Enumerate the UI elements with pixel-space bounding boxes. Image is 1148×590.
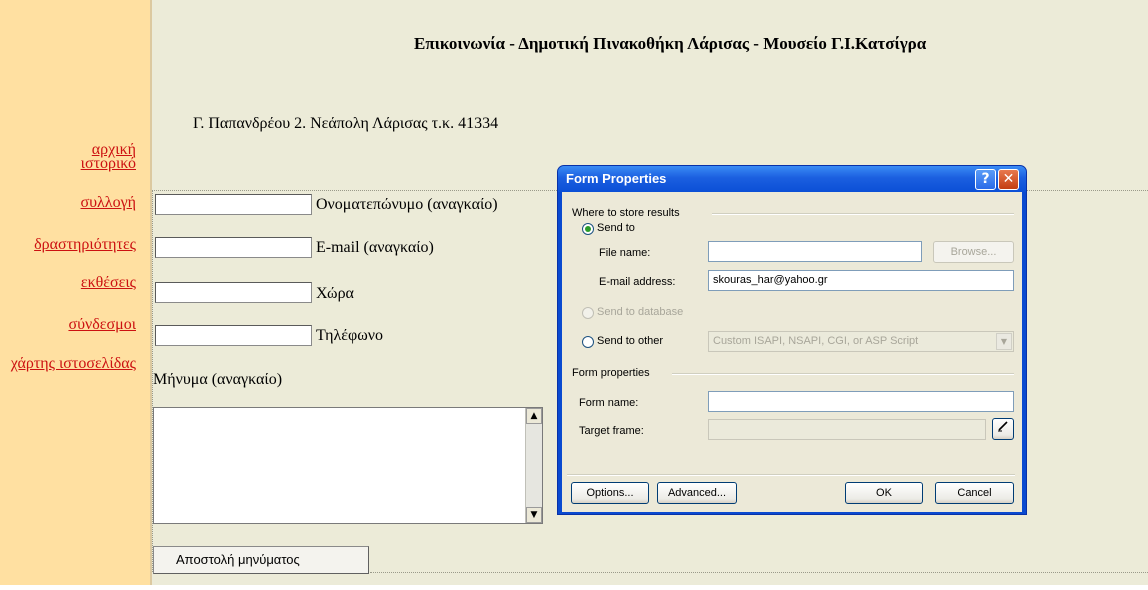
country-input[interactable]: [155, 282, 312, 303]
send-to-database-label: Send to database: [597, 306, 684, 318]
scroll-down-icon[interactable]: ▼: [526, 507, 542, 523]
form-name-label: Form name:: [579, 397, 639, 409]
file-name-input[interactable]: [708, 241, 922, 262]
group-divider: [672, 373, 1014, 375]
footer-divider: [567, 474, 1015, 476]
form-name-input[interactable]: [708, 391, 1014, 412]
target-frame-picker-icon[interactable]: [992, 418, 1014, 440]
file-name-label: File name:: [599, 247, 651, 259]
send-to-other-radio[interactable]: [582, 336, 594, 348]
fullname-label: Ονοματεπώνυμο (αναγκαίο): [316, 196, 498, 213]
layout-guide: [1027, 190, 1148, 191]
group-divider: [712, 213, 1014, 215]
form-properties-group-label: Form properties: [572, 367, 650, 379]
form-properties-dialog: Form Properties ? ✕ Where to store resul…: [557, 165, 1027, 515]
options-button[interactable]: Options...: [571, 482, 649, 504]
email-input[interactable]: [155, 237, 312, 258]
target-frame-input: [708, 419, 986, 440]
send-to-database-radio: [582, 307, 594, 319]
layout-guide: [152, 190, 557, 191]
store-results-group-label: Where to store results: [572, 207, 680, 219]
send-to-other-label: Send to other: [597, 335, 664, 347]
nav-link-sitemap[interactable]: χάρτης ιστοσελίδας: [11, 355, 136, 373]
target-frame-label: Target frame:: [579, 425, 644, 437]
pencil-icon: [998, 421, 1008, 432]
ok-button[interactable]: OK: [845, 482, 923, 504]
nav-link-collection[interactable]: συλλογή: [81, 194, 137, 212]
send-to-label: Send to: [597, 222, 635, 234]
message-textarea[interactable]: ▲ ▼: [153, 407, 543, 524]
nav-link-history[interactable]: ιστορικό: [81, 155, 136, 173]
nav-link-exhibitions[interactable]: εκθέσεις: [81, 274, 136, 292]
email-address-input[interactable]: skouras_har@yahoo.gr: [708, 270, 1014, 291]
page-title: Επικοινωνία - Δημοτική Πινακοθήκη Λάρισα…: [414, 34, 927, 53]
phone-label: Τηλέφωνο: [316, 327, 384, 344]
email-label: E-mail (αναγκαίο): [316, 239, 434, 256]
send-to-radio[interactable]: [582, 223, 594, 235]
sidebar: [0, 0, 150, 585]
dialog-titlebar[interactable]: Form Properties ? ✕: [558, 166, 1026, 192]
scroll-up-icon[interactable]: ▲: [526, 408, 542, 424]
cancel-button[interactable]: Cancel: [935, 482, 1014, 504]
dialog-title: Form Properties: [566, 171, 667, 186]
message-label: Μήνυμα (αναγκαίο): [153, 371, 283, 388]
dialog-body: Where to store results Send to File name…: [562, 192, 1022, 512]
layout-guide: [370, 572, 1148, 573]
browse-button[interactable]: Browse...: [933, 241, 1014, 263]
send-to-other-option: Custom ISAPI, NSAPI, CGI, or ASP Script: [713, 335, 919, 347]
nav-link-activities[interactable]: δραστηριότητες: [34, 236, 136, 254]
phone-input[interactable]: [155, 325, 312, 346]
send-to-other-select: Custom ISAPI, NSAPI, CGI, or ASP Script …: [708, 331, 1014, 352]
email-address-label: E-mail address:: [599, 276, 676, 288]
advanced-button[interactable]: Advanced...: [657, 482, 737, 504]
fullname-input[interactable]: [155, 194, 312, 215]
country-label: Χώρα: [316, 285, 354, 302]
send-message-button[interactable]: Αποστολή μηνύματος: [153, 546, 369, 574]
close-icon[interactable]: ✕: [998, 169, 1019, 190]
address-text: Γ. Παπανδρέου 2. Νεάπολη Λάρισας τ.κ. 41…: [193, 115, 499, 132]
chevron-down-icon: ▼: [996, 333, 1012, 350]
message-scrollbar[interactable]: ▲ ▼: [525, 408, 542, 523]
nav-link-links[interactable]: σύνδεσμοι: [68, 316, 136, 334]
help-icon[interactable]: ?: [975, 169, 996, 190]
